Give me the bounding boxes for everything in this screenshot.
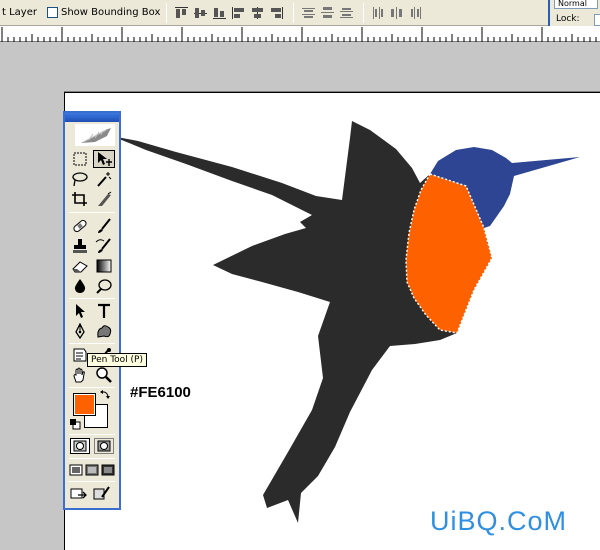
full-screen-mode-icon[interactable] (100, 463, 116, 477)
edit-in-imageready-icon[interactable] (69, 485, 89, 503)
toolbox-separator (69, 481, 115, 482)
hand-tool-icon[interactable] (69, 366, 91, 384)
site-watermark: UiBQ.CoM (430, 506, 568, 536)
slice-tool-icon[interactable] (93, 190, 115, 208)
quick-mask-mode-icon[interactable] (94, 438, 114, 454)
custom-shape-tool-icon[interactable] (93, 322, 115, 340)
move-tool-icon[interactable] (93, 150, 115, 168)
toolbox-panel (63, 111, 121, 510)
type-tool-icon[interactable] (93, 302, 115, 320)
toolbox-separator (69, 343, 115, 344)
pen-tool-tooltip: Pen Tool (P) (87, 353, 148, 367)
lasso-tool-icon[interactable] (69, 170, 91, 188)
swap-colors-icon[interactable] (99, 389, 111, 401)
toolbox-separator (69, 387, 115, 388)
toolbox-separator (69, 458, 115, 459)
toolbox-title-bar[interactable] (65, 113, 119, 122)
clone-stamp-tool-icon[interactable] (69, 237, 91, 255)
toolbox-separator (69, 212, 115, 213)
gradient-tool-icon[interactable] (93, 257, 115, 275)
history-brush-tool-icon[interactable] (93, 237, 115, 255)
crop-tool-icon[interactable] (69, 190, 91, 208)
zoom-tool-icon[interactable] (93, 366, 115, 384)
foreground-color-swatch[interactable] (73, 393, 96, 416)
imageready-brush-icon[interactable] (91, 485, 113, 503)
pen-tool-icon[interactable] (69, 322, 91, 340)
brush-tool-icon[interactable] (93, 217, 115, 235)
default-colors-icon[interactable] (69, 418, 81, 430)
toolbox-separator (69, 298, 115, 299)
toolbox-separator (69, 434, 115, 435)
rectangular-marquee-tool-icon[interactable] (69, 150, 91, 168)
standard-mode-icon[interactable] (70, 438, 90, 454)
blur-tool-icon[interactable] (69, 277, 91, 295)
hex-color-label: #FE6100 (130, 384, 191, 401)
standard-screen-mode-icon[interactable] (68, 463, 84, 477)
feather-logo-icon[interactable] (75, 124, 115, 146)
dodge-tool-icon[interactable] (93, 277, 115, 295)
eraser-tool-icon[interactable] (69, 257, 91, 275)
healing-brush-tool-icon[interactable] (69, 217, 91, 235)
path-selection-tool-icon[interactable] (69, 302, 91, 320)
full-screen-menu-mode-icon[interactable] (84, 463, 100, 477)
magic-wand-tool-icon[interactable] (93, 170, 115, 188)
